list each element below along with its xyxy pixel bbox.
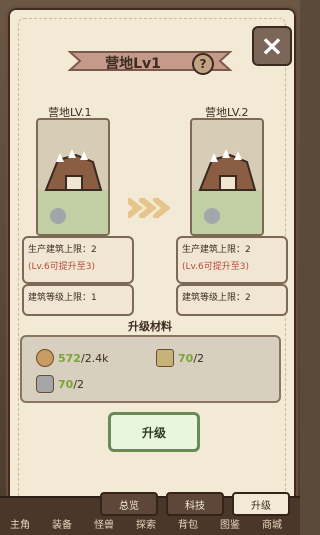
left-production-limit-note: (Lv.6可提升至3) (28, 262, 95, 272)
right-production-limit-note: (Lv.6可提升至3) (182, 262, 249, 272)
nav-monster[interactable]: 怪兽 (94, 516, 114, 531)
monster-building-icon (38, 149, 108, 234)
tab-overview[interactable]: 总览 (100, 492, 158, 516)
material-have: 572 (58, 351, 81, 365)
panel-tabs: 总览 科技 升级 (100, 492, 290, 516)
nav-equipment[interactable]: 装备 (52, 516, 72, 531)
left-building-level-limit: 建筑等级上限：1 (22, 284, 134, 316)
left-building-card (36, 118, 110, 236)
right-building-level-limit-text: 建筑等级上限：2 (182, 293, 251, 303)
material-need: 2 (77, 377, 85, 391)
tab-upgrade[interactable]: 升级 (232, 492, 290, 516)
monster-building-icon (192, 149, 262, 234)
coin-icon (36, 349, 54, 367)
material-item: 70/2 (156, 349, 204, 367)
material-need: 2 (197, 351, 205, 365)
wood-icon (156, 349, 174, 367)
title-ribbon: 营地Lv1 ? (60, 46, 240, 76)
left-production-limit: 生产建筑上限：2 (Lv.6可提升至3) (22, 236, 134, 284)
materials-title: 升级材料 (128, 320, 172, 333)
upgrade-button[interactable]: 升级 (108, 412, 200, 452)
close-button[interactable]: × (252, 26, 292, 66)
nav-hero[interactable]: 主角 (10, 516, 30, 531)
material-need: 2.4k (84, 351, 109, 365)
nav-shop[interactable]: 商城 (262, 516, 282, 531)
material-have: 70 (58, 377, 74, 391)
help-icon[interactable]: ? (192, 53, 214, 75)
nav-codex[interactable]: 图鉴 (220, 516, 240, 531)
right-building-level-limit: 建筑等级上限：2 (176, 284, 288, 316)
page-title: 营地Lv1 (105, 56, 161, 72)
right-production-limit: 生产建筑上限：2 (Lv.6可提升至3) (176, 236, 288, 284)
nav-bag[interactable]: 背包 (178, 516, 198, 531)
nav-explore[interactable]: 探索 (136, 516, 156, 531)
material-item: 70/2 (36, 375, 84, 393)
material-item: 572/2.4k (36, 349, 109, 367)
level-arrow-icon (128, 198, 171, 218)
stone-icon (36, 375, 54, 393)
material-have: 70 (178, 351, 194, 365)
materials-box: 572/2.4k 70/2 70/2 (20, 335, 281, 403)
tab-tech[interactable]: 科技 (166, 492, 224, 516)
right-production-limit-text: 生产建筑上限：2 (182, 245, 251, 255)
right-building-card (190, 118, 264, 236)
left-production-limit-text: 生产建筑上限：2 (28, 245, 97, 255)
left-building-level-limit-text: 建筑等级上限：1 (28, 293, 97, 303)
